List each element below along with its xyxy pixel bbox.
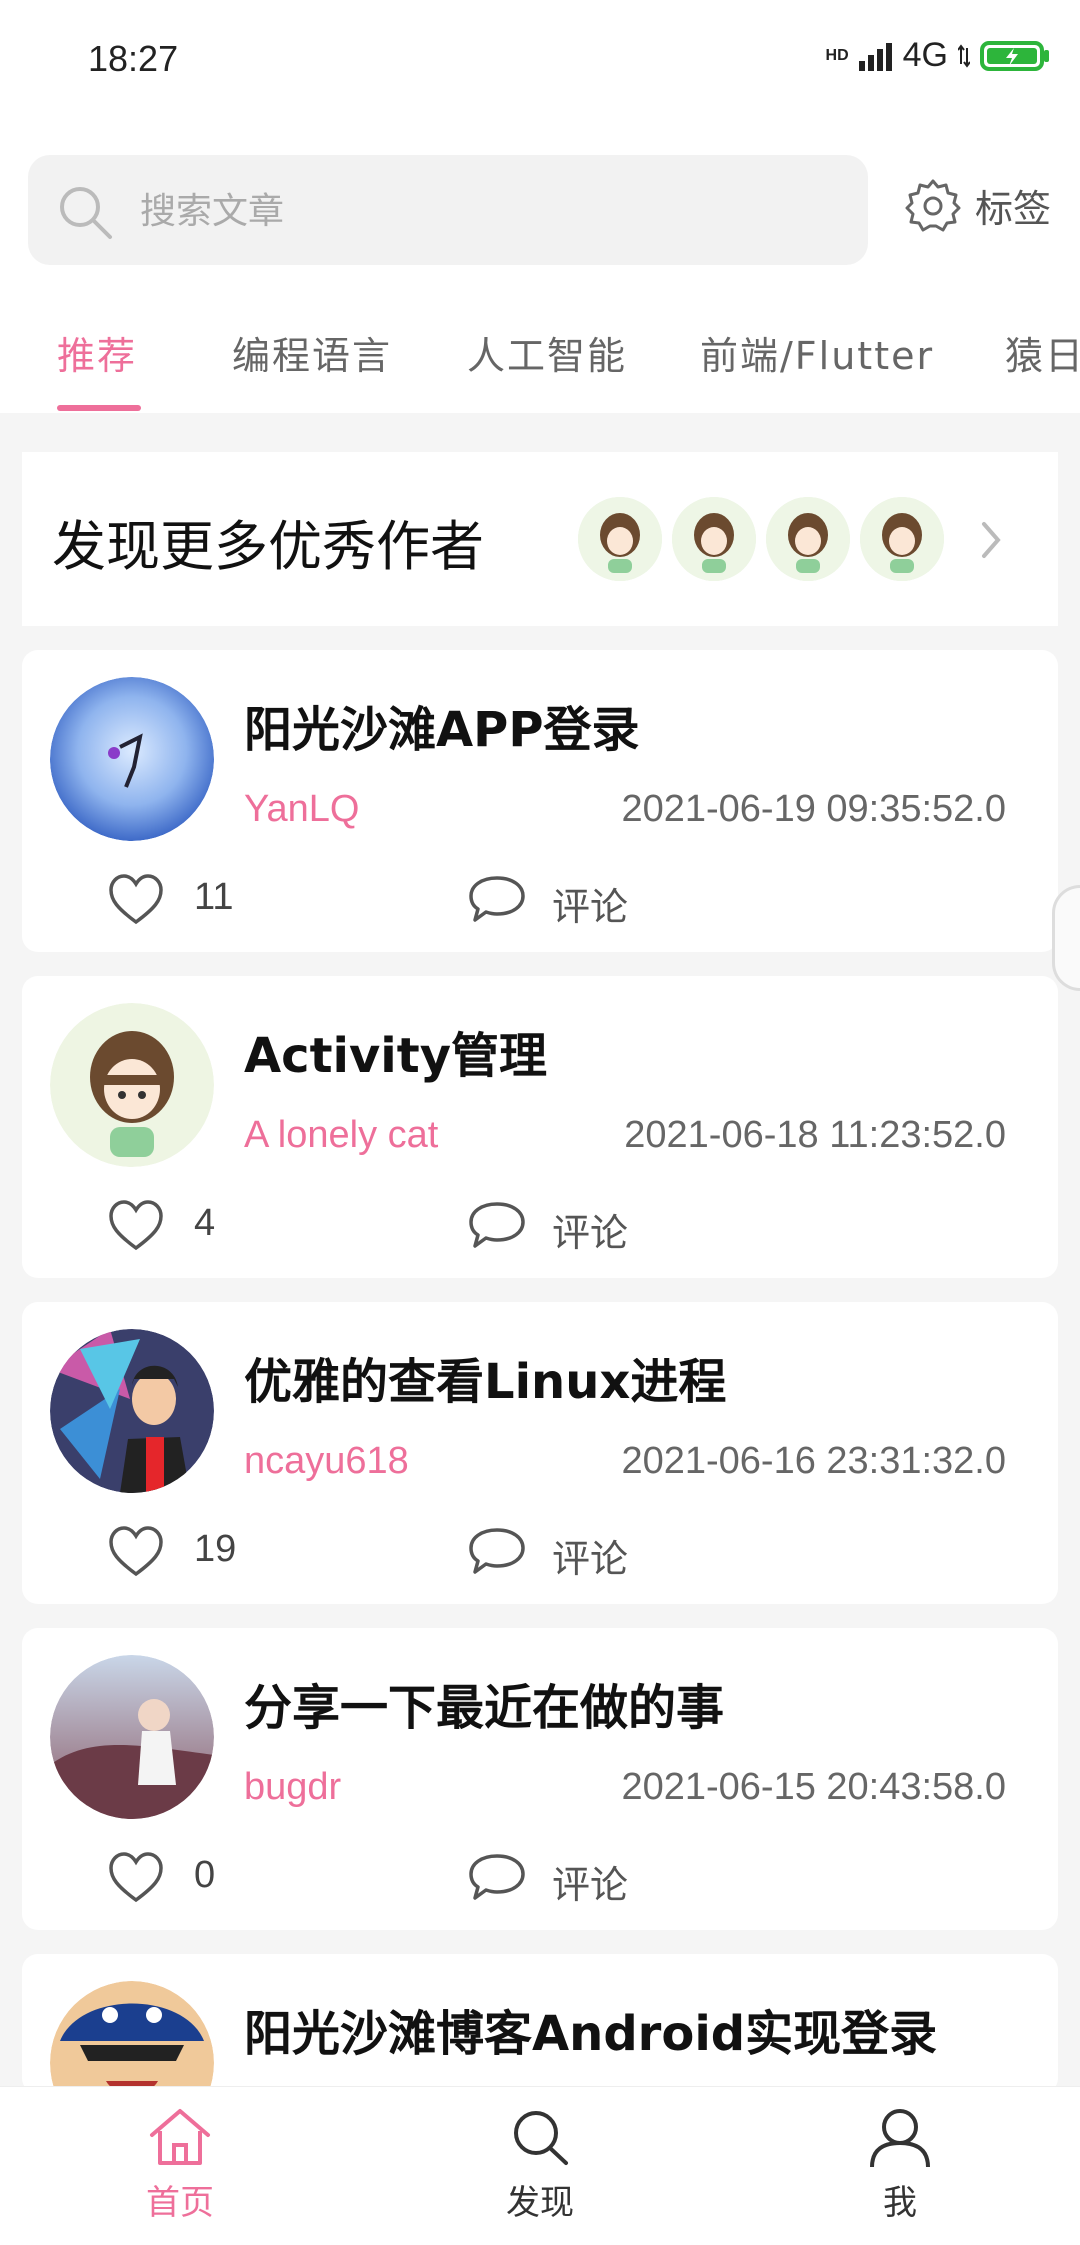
- search-icon: [514, 2111, 568, 2165]
- post-date: 2021-06-16 23:31:32.0: [621, 1440, 1006, 1482]
- like-count: 4: [194, 1202, 216, 1244]
- scroll-handle[interactable]: [1052, 885, 1080, 991]
- heart-icon[interactable]: [107, 1850, 165, 1904]
- like-count: 0: [194, 1854, 216, 1896]
- chevron-right-icon[interactable]: [972, 510, 1012, 570]
- signal-icon: [858, 42, 892, 71]
- post-author[interactable]: bugdr: [244, 1766, 341, 1809]
- author-avatar[interactable]: [578, 497, 662, 581]
- search-input[interactable]: [138, 155, 842, 267]
- active-tab-indicator: [57, 405, 141, 411]
- comment-icon[interactable]: [467, 1198, 527, 1252]
- nav-me[interactable]: 我: [800, 2105, 1000, 2224]
- post-title[interactable]: 分享一下最近在做的事: [244, 1668, 724, 1738]
- post-date: 2021-06-18 11:23:52.0: [624, 1114, 1006, 1156]
- search-row: 标签: [0, 125, 1080, 285]
- post-author-avatar[interactable]: [50, 1981, 214, 2094]
- post-title[interactable]: 优雅的查看Linux进程: [244, 1342, 726, 1412]
- status-indicators: HD 4G: [826, 36, 1050, 75]
- tab-frontend-flutter[interactable]: 前端/Flutter: [700, 325, 934, 380]
- comment-label[interactable]: 评论: [552, 876, 628, 931]
- author-avatar[interactable]: [766, 497, 850, 581]
- home-icon: [150, 2109, 210, 2165]
- comment-label[interactable]: 评论: [552, 1854, 628, 1909]
- post-author-avatar[interactable]: [50, 1655, 214, 1819]
- tab-ai[interactable]: 人工智能: [467, 325, 627, 380]
- search-icon: [60, 187, 112, 239]
- tab-programming-languages[interactable]: 编程语言: [232, 325, 392, 380]
- gear-icon: [905, 179, 961, 232]
- heart-icon[interactable]: [107, 1198, 165, 1252]
- post-title[interactable]: Activity管理: [244, 1016, 547, 1086]
- discover-authors-title: 发现更多优秀作者: [52, 515, 484, 578]
- comment-icon[interactable]: [467, 1524, 527, 1578]
- nav-home-label: 首页: [146, 2183, 214, 2223]
- discover-authors-card[interactable]: 发现更多优秀作者: [22, 452, 1058, 626]
- post-date: 2021-06-19 09:35:52.0: [621, 788, 1006, 830]
- heart-icon[interactable]: [107, 1524, 165, 1578]
- post-card[interactable]: 优雅的查看Linux进程 ncayu618 2021-06-16 23:31:3…: [22, 1302, 1058, 1604]
- data-arrows-icon: [958, 43, 970, 68]
- status-time: 18:27: [88, 38, 179, 79]
- tab-recommend[interactable]: 推荐: [57, 325, 137, 380]
- post-author[interactable]: ncayu618: [244, 1440, 409, 1483]
- hd-indicator: HD: [825, 46, 849, 64]
- like-count: 19: [194, 1528, 237, 1570]
- author-avatar[interactable]: [672, 497, 756, 581]
- nav-discover[interactable]: 发现: [440, 2105, 640, 2224]
- post-card[interactable]: 分享一下最近在做的事 bugdr 2021-06-15 20:43:58.0 0…: [22, 1628, 1058, 1930]
- comment-label[interactable]: 评论: [552, 1202, 628, 1257]
- comment-icon[interactable]: [467, 1850, 527, 1904]
- person-icon: [870, 2109, 930, 2168]
- tags-label: 标签: [975, 186, 1052, 231]
- like-count: 11: [194, 876, 234, 918]
- post-title[interactable]: 阳光沙滩APP登录: [244, 690, 640, 760]
- nav-me-label: 我: [883, 2183, 917, 2223]
- tags-button[interactable]: 标签: [905, 177, 1051, 233]
- post-date: 2021-06-15 20:43:58.0: [621, 1766, 1006, 1808]
- status-bar: 18:27 HD 4G: [0, 0, 1080, 125]
- post-author[interactable]: YanLQ: [244, 788, 359, 831]
- post-card[interactable]: 阳光沙滩APP登录 YanLQ 2021-06-19 09:35:52.0 11…: [22, 650, 1058, 952]
- search-box[interactable]: [28, 155, 868, 267]
- network-type: 4G: [902, 36, 948, 74]
- nav-discover-label: 发现: [506, 2183, 574, 2223]
- post-card[interactable]: Activity管理 A lonely cat 2021-06-18 11:23…: [22, 976, 1058, 1278]
- post-author-avatar[interactable]: [50, 677, 214, 841]
- comment-icon[interactable]: [467, 872, 527, 926]
- heart-icon[interactable]: [107, 872, 165, 926]
- post-author-avatar[interactable]: [50, 1003, 214, 1167]
- post-card[interactable]: 阳光沙滩博客Android实现登录: [22, 1954, 1058, 2094]
- comment-label[interactable]: 评论: [552, 1528, 628, 1583]
- post-author[interactable]: A lonely cat: [244, 1114, 438, 1157]
- battery-icon: [980, 40, 1049, 71]
- author-avatar[interactable]: [860, 497, 944, 581]
- post-author-avatar[interactable]: [50, 1329, 214, 1493]
- bottom-nav: 首页 发现 我: [0, 2086, 1080, 2245]
- category-tabs: 推荐 编程语言 人工智能 前端/Flutter 猿日: [0, 285, 1080, 413]
- post-title[interactable]: 阳光沙滩博客Android实现登录: [244, 1994, 937, 2064]
- tab-yuanri[interactable]: 猿日: [1005, 325, 1080, 380]
- nav-home[interactable]: 首页: [80, 2105, 280, 2224]
